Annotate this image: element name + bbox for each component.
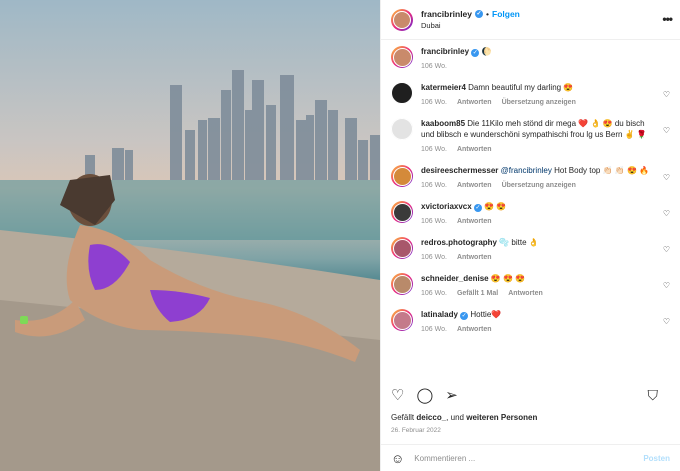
add-comment-bar: ☺ Posten — [381, 444, 680, 471]
paper-plane-icon[interactable]: ➢ — [445, 386, 458, 404]
post-photo[interactable] — [0, 0, 380, 471]
comment-item: redros.photography 🫧 bitte 👌 106 Wo. Antwo… — [391, 237, 670, 263]
reply-button[interactable]: Antworten — [457, 324, 492, 335]
instagram-post-view: francibrinley ✓ • Folgen Dubai ••• franc… — [0, 0, 680, 471]
comment-item: katermeier4 Damn beautiful my darling 😍 1… — [391, 82, 670, 108]
commenter-avatar-image — [392, 202, 412, 222]
translate-button[interactable]: Übersetzung anzeigen — [502, 97, 576, 108]
comment-like-heart-icon[interactable]: ♡ — [663, 245, 670, 254]
comment-username[interactable]: xvictoriaxvcx — [421, 202, 472, 211]
author-avatar[interactable] — [391, 8, 413, 31]
comment-age: 106 Wo. — [421, 182, 447, 189]
commenter-avatar-image — [392, 274, 412, 294]
comment-container: katermeier4 Damn beautiful my darling 😍 1… — [391, 82, 670, 335]
comment-text: 🫧 bitte 👌 — [499, 238, 539, 247]
speech-bubble-icon[interactable]: ◯ — [416, 386, 433, 404]
commenter-avatar[interactable] — [391, 165, 413, 187]
comment-input[interactable] — [414, 453, 644, 463]
comment-age: 106 Wo. — [421, 99, 447, 106]
verified-badge-icon: ✓ — [475, 10, 484, 18]
verified-badge-icon: ✓ — [471, 49, 480, 57]
caption-item: francibrinley ✓ 🌔 106 Wo. — [391, 46, 670, 72]
commenter-avatar[interactable] — [391, 118, 413, 140]
post-location[interactable]: Dubai — [421, 21, 520, 30]
caption-text: 🌔 — [481, 47, 492, 56]
comment-username[interactable]: latinalady — [421, 310, 458, 319]
translate-button[interactable]: Übersetzung anzeigen — [502, 180, 576, 191]
comment-age: 106 Wo. — [421, 290, 447, 297]
reply-button[interactable]: Antworten — [457, 180, 492, 191]
emoji-icon[interactable]: ☺ — [391, 451, 404, 466]
comment-like-heart-icon[interactable]: ♡ — [663, 90, 670, 99]
reply-button[interactable]: Antworten — [508, 288, 543, 299]
reply-button[interactable]: Antworten — [457, 252, 492, 263]
commenter-avatar-image — [392, 310, 412, 330]
post-date: 26. Februar 2022 — [391, 427, 441, 434]
comment-text: 😍 😍 — [484, 202, 507, 211]
commenter-avatar-image — [391, 118, 413, 140]
comment-like-heart-icon[interactable]: ♡ — [663, 281, 670, 290]
reply-button[interactable]: Antworten — [457, 216, 492, 227]
post-header: francibrinley ✓ • Folgen Dubai ••• — [381, 0, 680, 40]
likes-user[interactable]: deicco_ — [416, 413, 446, 422]
bookmark-icon[interactable]: ⛉ — [648, 387, 659, 404]
comment-age: 106 Wo. — [421, 326, 447, 333]
comment-username[interactable]: kaaboom85 — [421, 119, 465, 128]
caption-username[interactable]: francibrinley — [421, 47, 469, 56]
comment-text: Damn beautiful my darling 😍 — [468, 83, 574, 92]
comment-age: 106 Wo. — [421, 218, 447, 225]
commenter-avatar[interactable] — [391, 82, 413, 104]
commenter-avatar-image — [392, 238, 412, 258]
comment-like-count[interactable]: Gefällt 1 Mal — [457, 288, 498, 299]
post-comment-button[interactable]: Posten — [643, 454, 670, 463]
commenter-avatar[interactable] — [391, 273, 413, 295]
comment-item: schneider_denise 😍 😍 😍 106 Wo. Gefällt 1 M… — [391, 273, 670, 299]
follow-button[interactable]: Folgen — [492, 9, 520, 19]
commenter-avatar-image — [391, 82, 413, 104]
caption-age: 106 Wo. — [421, 63, 447, 70]
comment-like-heart-icon[interactable]: ♡ — [663, 173, 670, 182]
verified-badge-icon: ✓ — [460, 312, 469, 320]
more-options-icon[interactable]: ••• — [662, 12, 673, 26]
comment-text: 😍 😍 😍 — [490, 274, 526, 283]
commenter-avatar[interactable] — [391, 237, 413, 259]
comment-item: desireeschermesser @francibrinley Hot Bo… — [391, 165, 670, 191]
likes-summary: Gefällt deicco_, und weiteren Personen — [391, 413, 538, 422]
comment-username[interactable]: schneider_denise — [421, 274, 489, 283]
post-side-panel: francibrinley ✓ • Folgen Dubai ••• franc… — [380, 0, 680, 471]
commenter-avatar[interactable] — [391, 309, 413, 331]
comment-item: latinalady ✓ Hottie❤️ 106 Wo. Antworten ♡ — [391, 309, 670, 335]
comment-username[interactable]: desireeschermesser — [421, 166, 498, 175]
separator-dot: • — [486, 9, 490, 19]
comment-mention[interactable]: @francibrinley — [501, 166, 552, 175]
verified-badge-icon: ✓ — [473, 204, 482, 212]
reply-button[interactable]: Antworten — [457, 97, 492, 108]
likes-middle: und — [450, 413, 464, 422]
comment-text: Hot Body top 👏🏻 👏🏻 😍 🔥 — [554, 166, 650, 175]
comment-username[interactable]: katermeier4 — [421, 83, 466, 92]
post-photo-illustration — [0, 70, 380, 471]
comment-like-heart-icon[interactable]: ♡ — [663, 126, 670, 135]
comment-item: xvictoriaxvcx ✓ 😍 😍 106 Wo. Antworten ♡ — [391, 201, 670, 227]
likes-prefix: Gefällt — [391, 413, 415, 422]
comments-list[interactable]: francibrinley ✓ 🌔 106 Wo. katermeier4 Da… — [381, 40, 680, 378]
comment-text: Hottie❤️ — [470, 310, 502, 319]
reply-button[interactable]: Antworten — [457, 144, 492, 155]
comment-like-heart-icon[interactable]: ♡ — [663, 209, 670, 218]
comment-age: 106 Wo. — [421, 254, 447, 261]
author-username[interactable]: francibrinley — [421, 9, 472, 19]
commenter-avatar-image — [392, 166, 412, 186]
comment-item: kaaboom85 Die 11Kilo meh stönd dir mega … — [391, 118, 670, 155]
comment-like-heart-icon[interactable]: ♡ — [663, 317, 670, 326]
commenter-avatar[interactable] — [391, 201, 413, 223]
comment-username[interactable]: redros.photography — [421, 238, 497, 247]
heart-outline-icon[interactable]: ♡ — [391, 386, 404, 404]
likes-others-link[interactable]: weiteren Personen — [466, 413, 537, 422]
post-actions-bar: ♡ ◯ ➢ ⛉ — [391, 384, 670, 406]
comment-age: 106 Wo. — [421, 146, 447, 153]
